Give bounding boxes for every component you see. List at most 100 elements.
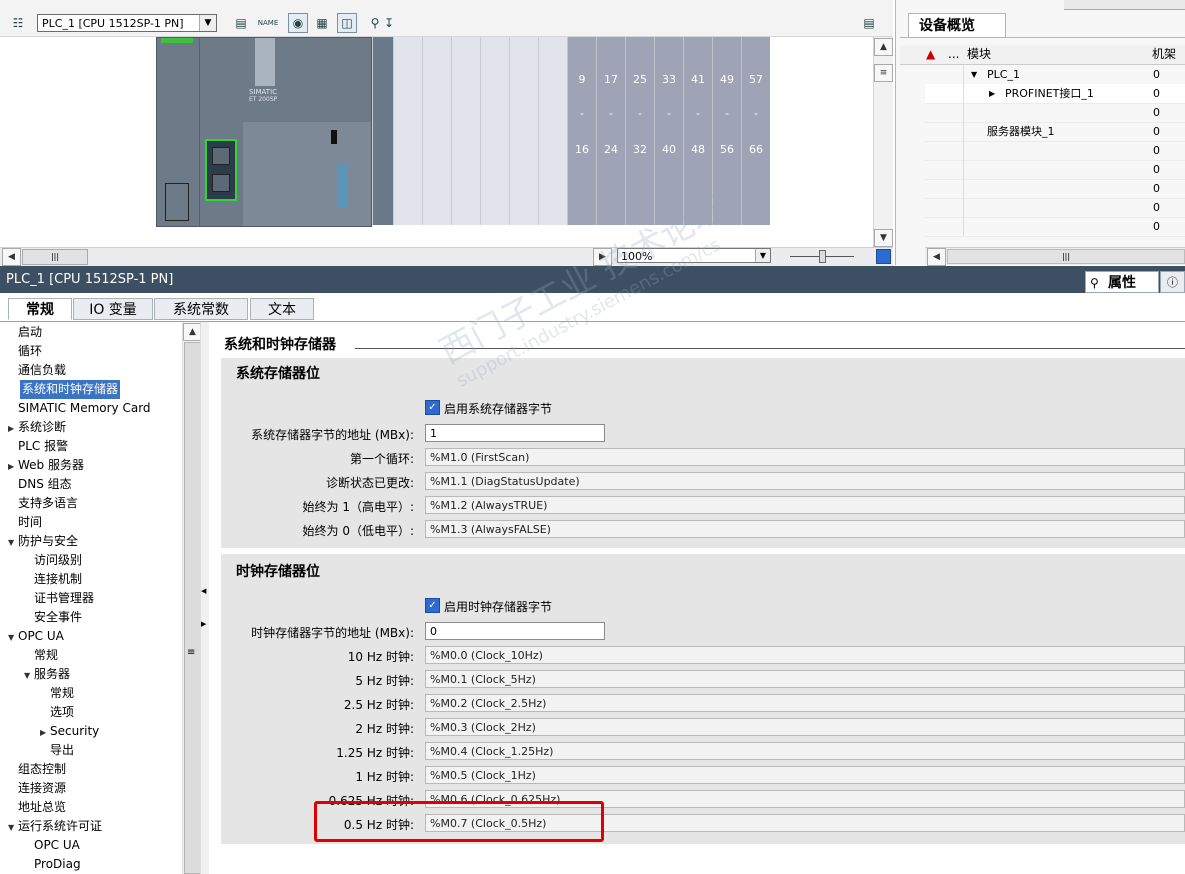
- nav-item[interactable]: ProDiag: [24, 855, 81, 874]
- slot-group[interactable]: 41 - 48: [683, 37, 712, 225]
- chevron-right-icon[interactable]: ▶: [989, 84, 995, 103]
- overview-horizontal-scrollbar[interactable]: ◀ |||: [925, 247, 1185, 266]
- empty-slot[interactable]: [393, 37, 422, 225]
- nav-item[interactable]: 常规: [24, 646, 58, 665]
- expand-right-icon[interactable]: ▶: [201, 620, 206, 628]
- overview-row[interactable]: ▶ PROFINET接口_1 0: [925, 84, 1185, 104]
- scroll-left-icon[interactable]: ◀: [2, 248, 21, 266]
- chevron-right-icon[interactable]: ▶: [8, 457, 18, 476]
- overview-row[interactable]: 0: [925, 160, 1185, 180]
- overview-row[interactable]: 服务器模块_1 0: [925, 122, 1185, 142]
- scroll-right-icon[interactable]: ▶: [593, 248, 612, 266]
- chevron-right-icon[interactable]: ▶: [40, 723, 50, 742]
- nav-item[interactable]: 组态控制: [8, 760, 66, 779]
- nav-item[interactable]: ▼ 运行系统许可证: [8, 817, 102, 836]
- overview-row[interactable]: 0: [925, 103, 1185, 123]
- nav-item[interactable]: 循环: [8, 342, 42, 361]
- empty-slot[interactable]: [538, 37, 567, 225]
- print-icon[interactable]: ▤: [231, 13, 251, 33]
- canvas-vertical-scrollbar[interactable]: ▲ ≡ ▼: [873, 37, 893, 247]
- nav-item[interactable]: ▶ 系统诊断: [8, 418, 66, 437]
- scroll-up-icon[interactable]: ▲: [874, 38, 893, 56]
- chevron-down-icon[interactable]: ▼: [24, 666, 34, 685]
- cpu-module[interactable]: SIMATIC ET 200SP: [156, 37, 372, 227]
- chevron-down-icon[interactable]: ▼: [8, 818, 18, 837]
- nav-item[interactable]: 访问级别: [24, 551, 82, 570]
- download-arrow-icon[interactable]: ↧: [383, 13, 395, 33]
- tab-general[interactable]: 常规: [8, 298, 72, 320]
- scroll-grip-icon[interactable]: ≡: [874, 64, 893, 82]
- overview-row[interactable]: 0: [925, 141, 1185, 161]
- split-icon[interactable]: ◫: [337, 13, 357, 33]
- empty-slot[interactable]: [451, 37, 480, 225]
- empty-slot[interactable]: [480, 37, 509, 225]
- slot-group[interactable]: 57 - 66: [741, 37, 770, 225]
- nav-item[interactable]: 证书管理器: [24, 589, 94, 608]
- overview-row[interactable]: 0: [925, 217, 1185, 237]
- collapse-arrow-icon[interactable]: [895, 113, 900, 153]
- slot-group[interactable]: 33 - 40: [654, 37, 683, 225]
- info-tab[interactable]: ⓘ: [1160, 271, 1185, 293]
- nav-item[interactable]: 安全事件: [24, 608, 82, 627]
- scroll-left-icon[interactable]: ◀: [927, 248, 946, 266]
- header-module[interactable]: 模块: [967, 45, 991, 64]
- chevron-down-icon[interactable]: ▼: [8, 628, 18, 647]
- nav-item[interactable]: PLC 报警: [8, 437, 68, 456]
- nav-item[interactable]: ▶ Web 服务器: [8, 456, 84, 475]
- chevron-down-icon[interactable]: ▼: [971, 65, 977, 84]
- slot-group[interactable]: 17 - 24: [596, 37, 625, 225]
- nav-item[interactable]: 导出: [40, 741, 74, 760]
- enable-system-memory-checkbox[interactable]: ✓: [425, 400, 440, 415]
- nav-item[interactable]: 通信负载: [8, 361, 66, 380]
- zoom-icon[interactable]: ⚲: [365, 13, 385, 33]
- enable-clock-memory-checkbox[interactable]: ✓: [425, 598, 440, 613]
- nav-item[interactable]: SIMATIC Memory Card: [8, 399, 151, 418]
- nav-item[interactable]: 支持多语言: [8, 494, 78, 513]
- nav-item[interactable]: 地址总览: [8, 798, 66, 817]
- scroll-thumb[interactable]: [184, 342, 201, 874]
- slot-group[interactable]: 49 - 56: [712, 37, 741, 225]
- zoom-slider-handle[interactable]: [819, 250, 826, 263]
- nav-item[interactable]: OPC UA: [24, 836, 80, 855]
- overview-row[interactable]: ▼ PLC_1 0: [925, 65, 1185, 85]
- panel-icon[interactable]: ▤: [859, 13, 879, 33]
- tab-texts[interactable]: 文本: [250, 298, 314, 320]
- slot-group[interactable]: 9 - 16: [567, 37, 596, 225]
- nav-item[interactable]: 系统和时钟存储器: [18, 379, 122, 400]
- nav-item[interactable]: 常规: [40, 684, 74, 703]
- eye-icon[interactable]: ◉: [288, 13, 308, 33]
- tab-io-tags[interactable]: IO 变量: [73, 298, 153, 320]
- nav-item[interactable]: ▼ 服务器: [24, 665, 70, 684]
- scroll-thumb[interactable]: |||: [22, 249, 88, 265]
- grid-icon[interactable]: ▦: [312, 13, 332, 33]
- properties-tab[interactable]: ⚲ 属性: [1085, 271, 1159, 293]
- nav-scrollbar[interactable]: ▲ ≡: [182, 322, 202, 874]
- device-select[interactable]: PLC_1 [CPU 1512SP-1 PN] ▼: [37, 14, 217, 32]
- zoom-select[interactable]: 100% ▼: [617, 248, 771, 263]
- header-dots[interactable]: ...: [948, 45, 959, 64]
- scroll-thumb[interactable]: |||: [947, 249, 1185, 264]
- nav-item[interactable]: 选项: [40, 703, 74, 722]
- nav-item[interactable]: DNS 组态: [8, 475, 72, 494]
- empty-slot[interactable]: [422, 37, 451, 225]
- name-icon[interactable]: NAME: [258, 13, 279, 33]
- chevron-down-icon[interactable]: ▼: [8, 533, 18, 552]
- network-icon[interactable]: ☷: [8, 13, 28, 33]
- scroll-down-icon[interactable]: ▼: [874, 229, 893, 247]
- clock-address-input[interactable]: 0: [425, 622, 605, 640]
- nav-item[interactable]: ▶ Security: [40, 722, 99, 741]
- nav-item[interactable]: ▼ OPC UA: [8, 627, 64, 646]
- nav-item[interactable]: ▼ 防护与安全: [8, 532, 78, 551]
- slot-group[interactable]: 25 - 32: [625, 37, 654, 225]
- header-rack[interactable]: 机架: [1152, 45, 1176, 64]
- chevron-right-icon[interactable]: ▶: [8, 419, 18, 438]
- chevron-down-icon[interactable]: ▼: [755, 249, 770, 262]
- system-address-input[interactable]: 1: [425, 424, 605, 442]
- topology-tab-remnant[interactable]: [1064, 0, 1185, 10]
- device-overview-tab[interactable]: 设备概览: [908, 13, 1006, 37]
- fit-view-icon[interactable]: [876, 249, 891, 264]
- empty-slot[interactable]: [509, 37, 538, 225]
- collapse-left-icon[interactable]: ◀: [201, 587, 206, 595]
- overview-row[interactable]: 0: [925, 198, 1185, 218]
- tab-system-constants[interactable]: 系统常数: [154, 298, 248, 320]
